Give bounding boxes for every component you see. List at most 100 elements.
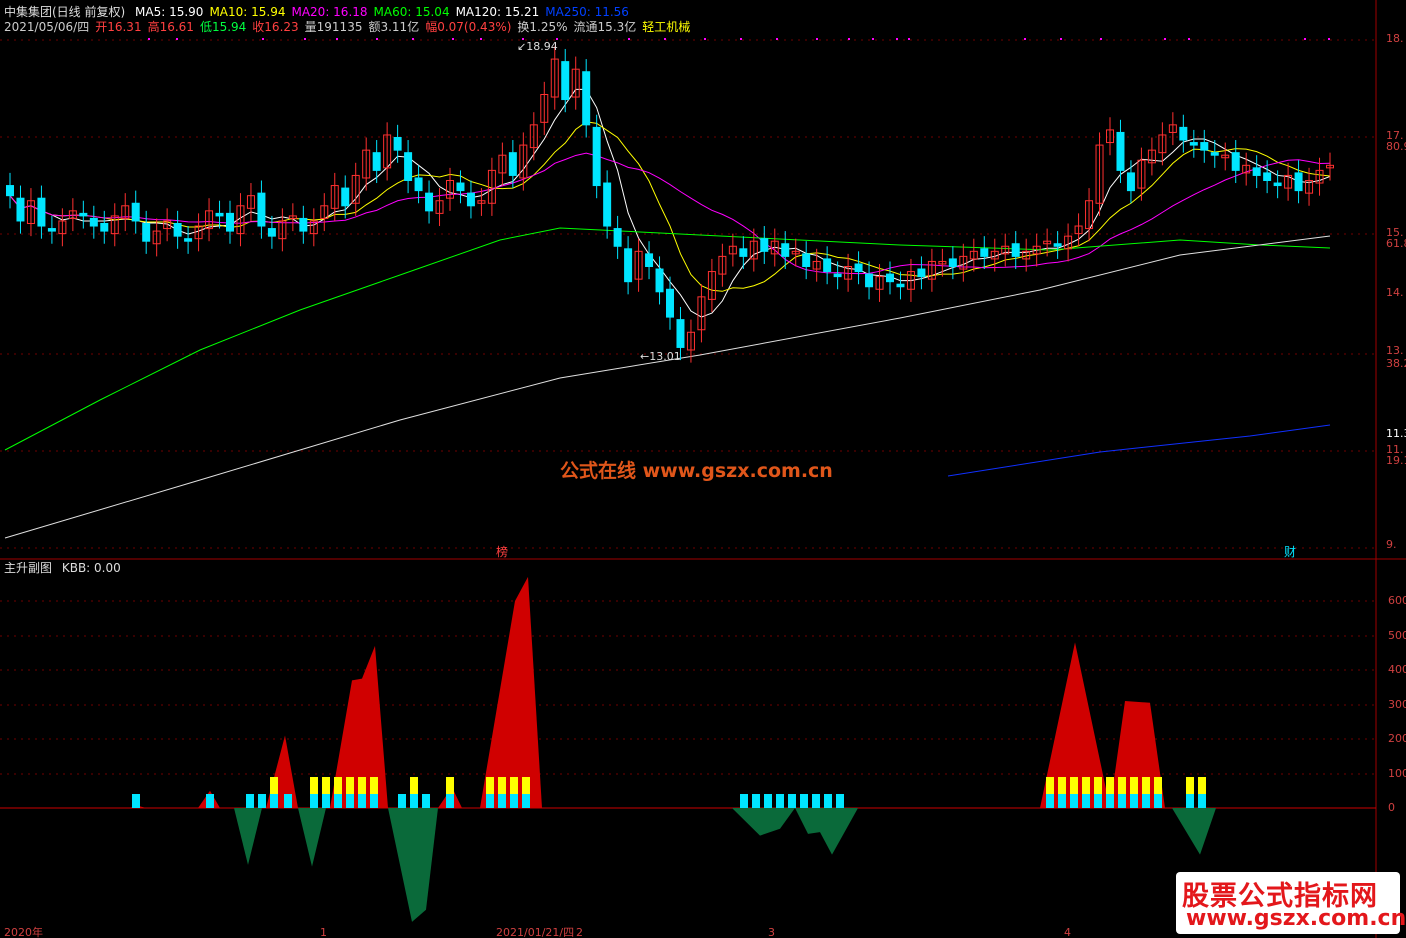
candle-body [1294,172,1303,192]
date-tick-4: 3 [768,926,775,938]
sub-yellow-bar-16 [1082,777,1090,794]
sub-yellow-bar-7 [410,777,418,794]
signal-dot-5 [376,38,378,40]
candle-body [226,212,234,232]
sub-yellow-bar-13 [1046,777,1054,794]
price-tick-7: 38.2 [1386,357,1406,370]
sub-yellow-bar-24 [1198,777,1206,794]
low-annotation: ←13.01 [640,350,681,363]
signal-dot-4 [336,38,338,40]
sub-cyan-bar-31 [1070,794,1078,808]
candle-body [299,217,308,232]
candle-body [781,243,790,257]
candle-body [1179,126,1188,141]
candle-body [215,212,224,217]
signal-dot-8 [480,38,482,40]
candle-body [16,197,25,222]
ma120-line [4,235,1331,539]
candle-body [1252,167,1261,176]
price-tick-0: 18. [1386,32,1404,45]
ma10-line [9,121,1331,292]
sub-cyan-bar-18 [510,794,518,808]
sub-yellow-bar-20 [1130,777,1138,794]
sub-yellow-bar-12 [522,777,530,794]
sub-cyan-bar-8 [334,794,342,808]
signal-dot-23 [1100,38,1102,40]
sub-cyan-bar-25 [800,794,808,808]
candle-body [917,268,926,278]
sub-green-area-2 [388,808,438,922]
sub-cyan-bar-1 [206,794,214,808]
sub-yellow-bar-6 [370,777,378,794]
candle-body [865,273,874,288]
date-tick-5: 4 [1064,926,1071,938]
signal-dot-15 [776,38,778,40]
ma60-line [4,227,1331,451]
signal-dot-22 [1060,38,1062,40]
price-tick-11: 9. [1386,538,1397,551]
sub-cyan-bar-40 [1198,794,1206,808]
candle-body [267,228,276,237]
sub-cyan-bar-26 [812,794,820,808]
sub-cyan-bar-11 [370,794,378,808]
date-tick-1: 1 [320,926,327,938]
sub-cyan-bar-24 [788,794,796,808]
price-tick-6: 13. [1386,344,1404,357]
signal-dot-0 [148,38,150,40]
sub-yellow-bar-11 [510,777,518,794]
marker-cai[interactable]: 财 [1284,543,1296,560]
sub-tick-4: 200 [1388,732,1406,745]
candle-body [980,248,989,257]
sub-green-area-3 [732,808,858,855]
candle-body [184,238,193,242]
sub-cyan-bar-20 [740,794,748,808]
sub-green-area-1 [298,808,326,867]
signal-dot-12 [664,38,666,40]
candle-body [1126,172,1135,192]
candle-body [393,136,402,151]
sub-cyan-bar-35 [1118,794,1126,808]
sub-yellow-bar-0 [270,777,278,794]
candle-body [592,126,601,187]
sub-cyan-bar-3 [258,794,266,808]
brand-url: www.gszx.com.cn [1186,906,1406,931]
candle-body [257,192,266,227]
signal-dot-6 [412,38,414,40]
candle-body [173,223,182,237]
marker-bang[interactable]: 榜 [496,543,508,560]
candle-body [404,152,413,181]
sub-cyan-bar-33 [1094,794,1102,808]
candle-body [1189,142,1198,146]
sub-cyan-bar-15 [446,794,454,808]
candle-body [1053,243,1062,247]
candle-body [886,273,894,283]
signal-dot-11 [628,38,630,40]
sub-red-area-5 [480,576,542,808]
sub-green-area-4 [1172,808,1216,855]
signal-dot-1 [176,38,178,40]
sub-yellow-bar-21 [1142,777,1150,794]
price-tick-5: 14. [1386,286,1404,299]
sub-cyan-bar-19 [522,794,530,808]
candlesticks[interactable] [6,46,1334,363]
candle-body [341,187,350,207]
sub-tick-0: 600 [1388,594,1406,607]
candle-body [896,283,905,288]
signal-dot-14 [740,38,742,40]
sub-cyan-bar-17 [498,794,506,808]
sub-cyan-bar-13 [410,794,418,808]
signal-dot-17 [848,38,850,40]
sub-cyan-bar-5 [284,794,292,808]
ma250-line [947,424,1331,477]
candle-body [1011,243,1020,257]
sub-cyan-bar-23 [776,794,784,808]
date-tick-2: 2021/01/21/四 [496,926,574,938]
sub-cyan-bar-28 [836,794,844,808]
candle-body [79,212,88,217]
watermark-text: 公式在线 www.gszx.com.cn [560,460,833,482]
candle-body [1116,131,1125,171]
candle-body [466,192,475,207]
signal-dot-18 [872,38,874,40]
candle-body [603,182,612,227]
signal-dot-26 [1304,38,1306,40]
